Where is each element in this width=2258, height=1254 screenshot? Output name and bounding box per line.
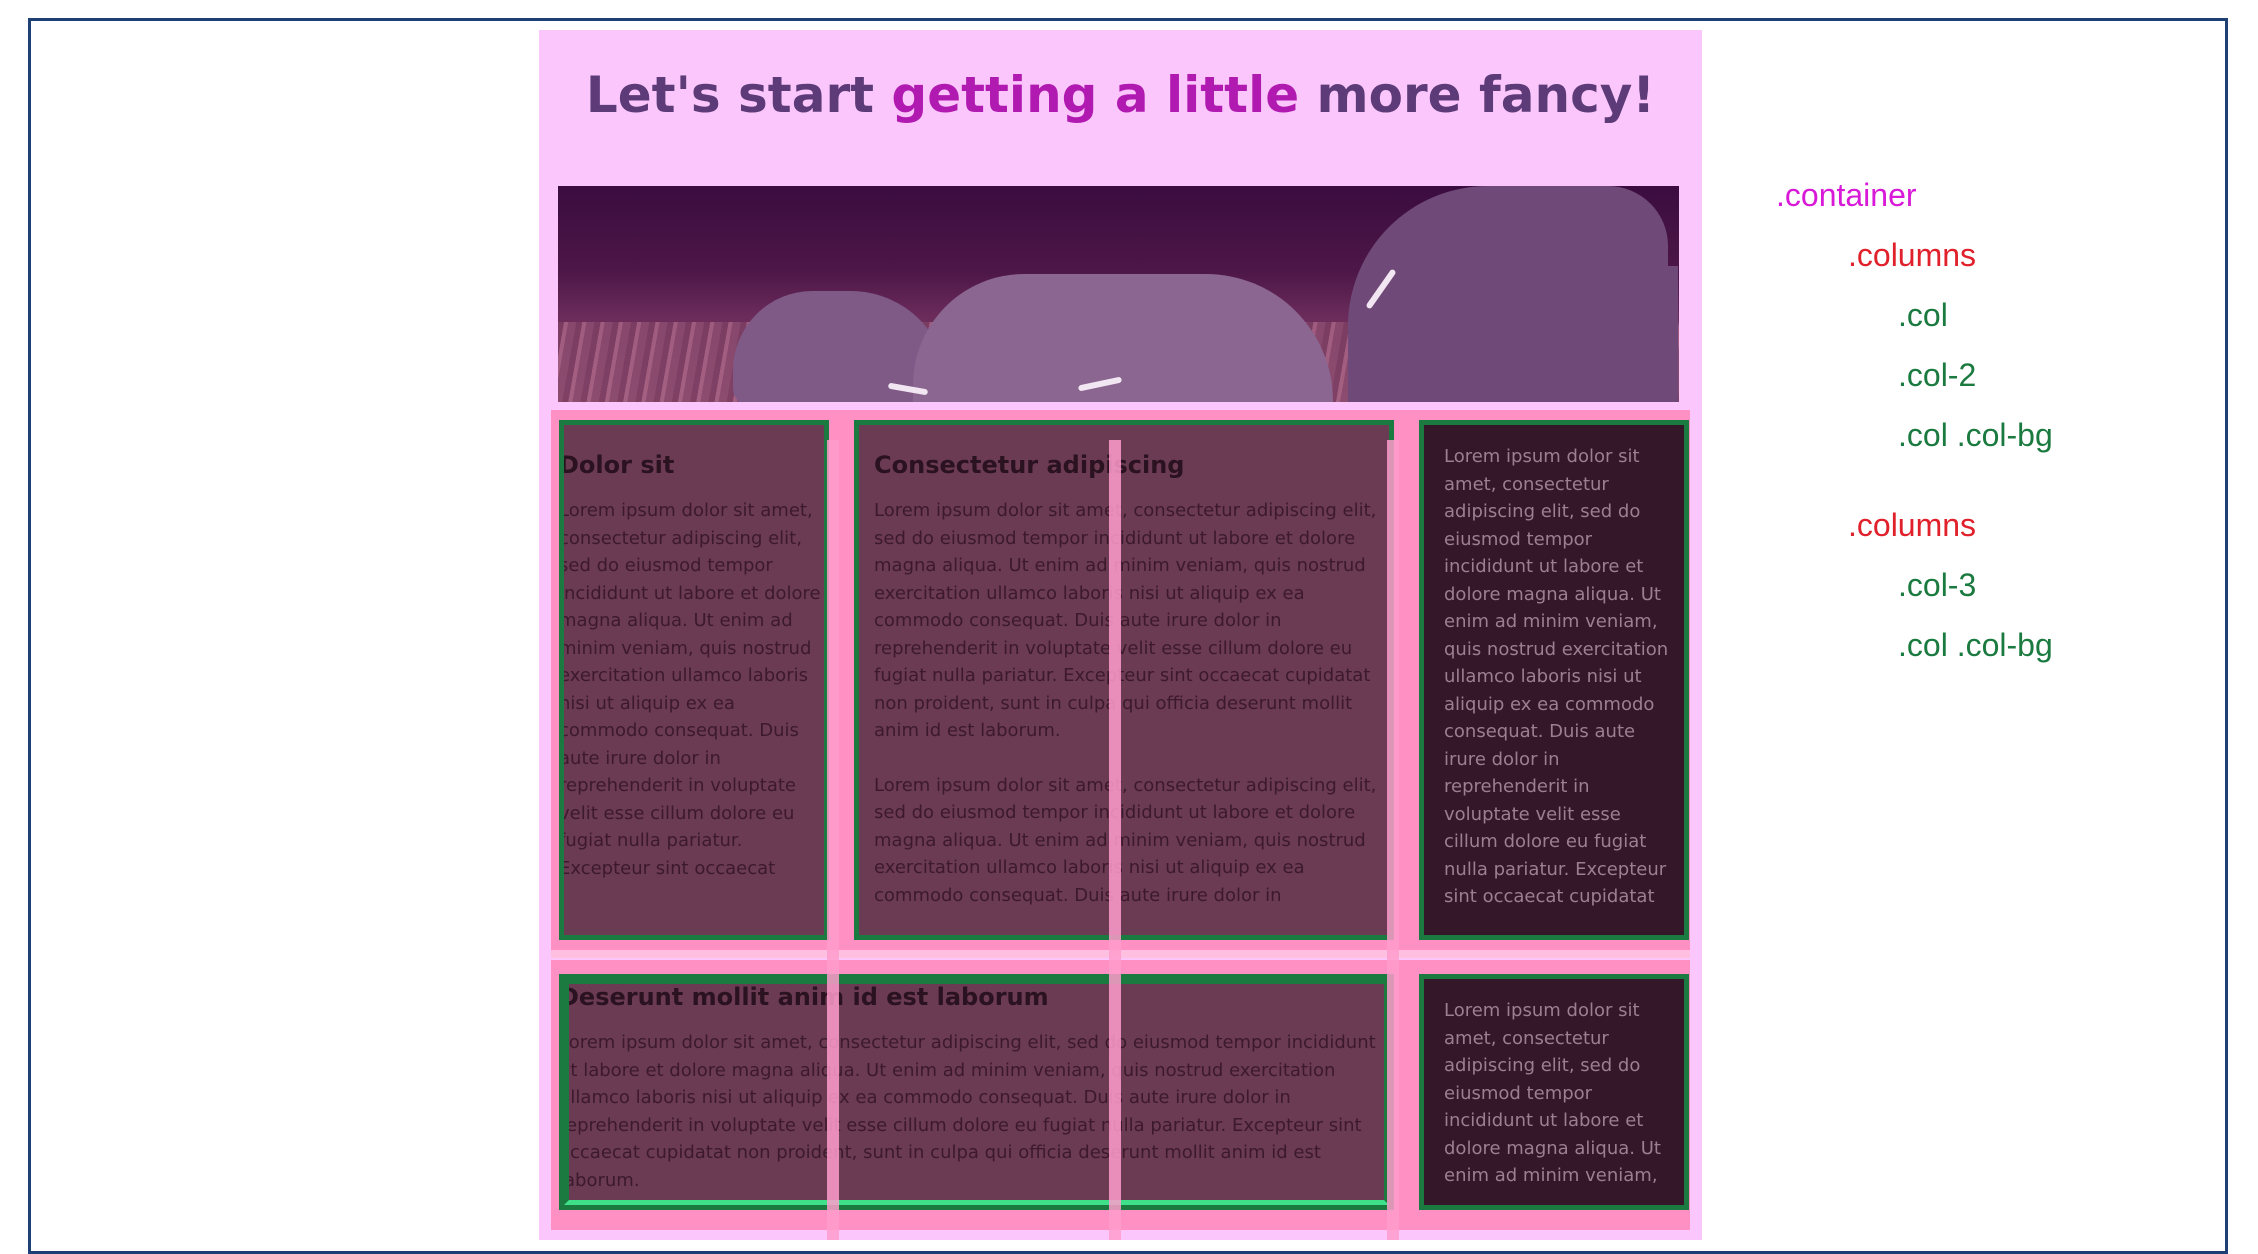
elephant-leg <box>1598 266 1628 402</box>
legend-columns: .columns <box>1848 237 1977 273</box>
col-text: Lorem ipsum dolor sit amet, consectetur … <box>874 500 1377 741</box>
title-part-1: Let's start <box>585 66 892 124</box>
col-3: Deserunt mollit anim id est laborum Lore… <box>559 974 1394 1210</box>
class-legend: .container .columns .col .col-2 .col .co… <box>1776 165 2053 675</box>
elephant-calf-right <box>913 274 1333 402</box>
col-text: Lorem ipsum dolor sit amet, consectetur … <box>559 1032 1376 1191</box>
col-text: Lorem ipsum dolor sit amet, consectetur … <box>1444 1000 1661 1186</box>
page-title: Let's start getting a little more fancy! <box>539 66 1702 124</box>
legend-col: .col <box>1898 297 1948 333</box>
legend-columns: .columns <box>1848 507 1977 543</box>
col-heading: Dolor sit <box>559 451 675 479</box>
legend-gap <box>1776 465 2053 495</box>
col-2: Consectetur adipiscing Lorem ipsum dolor… <box>854 420 1394 940</box>
col-text: Lorem ipsum dolor sit amet, consectetur … <box>1444 446 1669 907</box>
legend-col-bg: .col .col-bg <box>1898 627 2053 663</box>
hero-image-elephants <box>558 186 1679 402</box>
grid-gutter <box>827 440 839 1240</box>
legend-col-2: .col-2 <box>1898 357 1977 393</box>
legend-col-bg: .col .col-bg <box>1898 417 2053 453</box>
grid-gutter <box>1109 440 1121 1240</box>
grid-gutter <box>1387 440 1399 1240</box>
col-heading: Consectetur adipiscing <box>874 451 1185 479</box>
col-text: Lorem ipsum dolor sit amet, consectetur … <box>559 500 821 879</box>
title-part-2: more fancy! <box>1299 66 1656 124</box>
col-heading: Deserunt mollit anim id est laborum <box>559 983 1049 1011</box>
col: Dolor sit Lorem ipsum dolor sit amet, co… <box>559 420 829 940</box>
legend-col-3: .col-3 <box>1898 567 1977 603</box>
col-bg: Lorem ipsum dolor sit amet, consectetur … <box>1419 420 1689 940</box>
legend-container: .container <box>1776 177 1917 213</box>
page-container: Let's start getting a little more fancy!… <box>539 30 1702 1240</box>
title-accent: getting a little <box>891 66 1300 124</box>
col-text: Lorem ipsum dolor sit amet, consectetur … <box>874 774 1377 906</box>
col-bg: Lorem ipsum dolor sit amet, consectetur … <box>1419 974 1689 1210</box>
elephant-leg <box>1648 266 1678 402</box>
